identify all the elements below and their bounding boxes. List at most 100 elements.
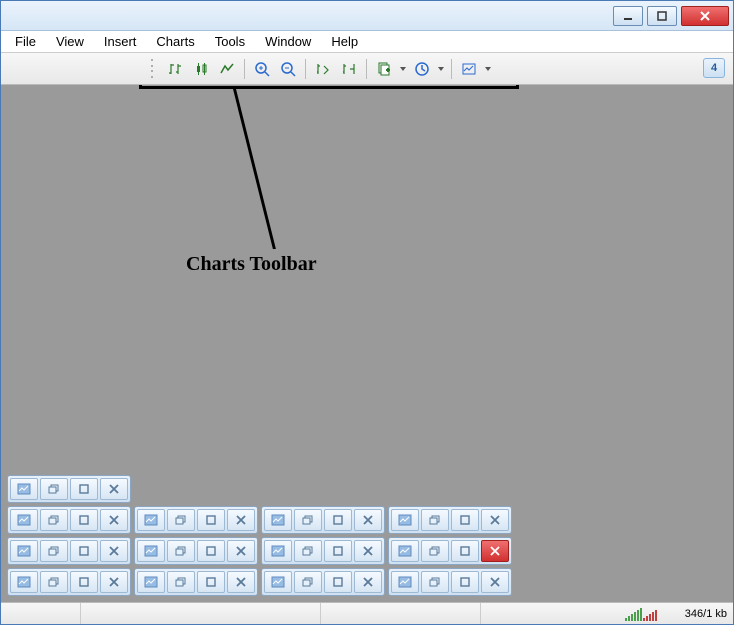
charts-toolbar bbox=[151, 57, 493, 81]
restore-button[interactable] bbox=[421, 540, 449, 562]
menu-window[interactable]: Window bbox=[257, 32, 319, 51]
auto-scroll-icon bbox=[315, 61, 331, 77]
toolbar-grip[interactable] bbox=[151, 58, 157, 80]
chart-icon-button[interactable] bbox=[391, 571, 419, 593]
maximize-button[interactable] bbox=[197, 509, 225, 531]
bar-chart-button[interactable] bbox=[163, 57, 187, 81]
chart-window bbox=[261, 568, 385, 596]
chart-shift-button[interactable] bbox=[337, 57, 361, 81]
close-button[interactable] bbox=[100, 571, 128, 593]
maximize-button[interactable] bbox=[451, 540, 479, 562]
annotation-box bbox=[139, 85, 519, 89]
maximize-button[interactable] bbox=[324, 540, 352, 562]
menu-file[interactable]: File bbox=[7, 32, 44, 51]
maximize-button[interactable] bbox=[197, 571, 225, 593]
chart-icon-button[interactable] bbox=[10, 571, 38, 593]
chart-icon-button[interactable] bbox=[137, 509, 165, 531]
restore-button[interactable] bbox=[421, 509, 449, 531]
chart-icon-button[interactable] bbox=[264, 509, 292, 531]
periods-icon bbox=[414, 61, 430, 77]
restore-button[interactable] bbox=[167, 571, 195, 593]
maximize-button[interactable] bbox=[324, 509, 352, 531]
restore-button[interactable] bbox=[40, 540, 68, 562]
auto-scroll-button[interactable] bbox=[311, 57, 335, 81]
chart-icon-button[interactable] bbox=[391, 509, 419, 531]
indicators-dropdown[interactable] bbox=[398, 67, 408, 71]
status-bar: 346/1 kb bbox=[1, 602, 733, 624]
close-button[interactable] bbox=[481, 509, 509, 531]
maximize-button[interactable] bbox=[70, 509, 98, 531]
maximize-button[interactable] bbox=[647, 6, 677, 26]
zoom-in-icon bbox=[254, 61, 270, 77]
maximize-button[interactable] bbox=[324, 571, 352, 593]
restore-button[interactable] bbox=[40, 509, 68, 531]
restore-button[interactable] bbox=[294, 540, 322, 562]
chart-icon-button[interactable] bbox=[10, 540, 38, 562]
chart-window bbox=[261, 506, 385, 534]
chart-icon-button[interactable] bbox=[10, 509, 38, 531]
menu-view[interactable]: View bbox=[48, 32, 92, 51]
chart-icon-button[interactable] bbox=[391, 540, 419, 562]
maximize-button[interactable] bbox=[451, 571, 479, 593]
close-button[interactable] bbox=[100, 509, 128, 531]
maximize-button[interactable] bbox=[70, 540, 98, 562]
chart-window-row bbox=[7, 568, 512, 596]
restore-button[interactable] bbox=[167, 540, 195, 562]
menu-insert[interactable]: Insert bbox=[96, 32, 145, 51]
minimize-button[interactable] bbox=[613, 6, 643, 26]
periods-button[interactable] bbox=[410, 57, 434, 81]
chart-window bbox=[134, 537, 258, 565]
chart-icon-button[interactable] bbox=[264, 540, 292, 562]
close-button[interactable] bbox=[481, 540, 509, 562]
line-chart-button[interactable] bbox=[215, 57, 239, 81]
app-window: File View Insert Charts Tools Window Hel… bbox=[0, 0, 734, 625]
close-button[interactable] bbox=[354, 540, 382, 562]
maximize-button[interactable] bbox=[451, 509, 479, 531]
maximize-button[interactable] bbox=[70, 571, 98, 593]
restore-button[interactable] bbox=[167, 509, 195, 531]
close-button[interactable] bbox=[100, 540, 128, 562]
chart-window bbox=[7, 568, 131, 596]
line-chart-icon bbox=[219, 61, 235, 77]
restore-button[interactable] bbox=[294, 571, 322, 593]
indicators-button[interactable] bbox=[372, 57, 396, 81]
bar-chart-icon bbox=[167, 61, 183, 77]
alerts-badge[interactable]: 4 bbox=[703, 58, 725, 78]
indicators-icon bbox=[376, 61, 392, 77]
maximize-button[interactable] bbox=[70, 478, 98, 500]
restore-button[interactable] bbox=[421, 571, 449, 593]
menu-help[interactable]: Help bbox=[323, 32, 366, 51]
zoom-in-button[interactable] bbox=[250, 57, 274, 81]
chart-window bbox=[134, 506, 258, 534]
chart-icon-button[interactable] bbox=[264, 571, 292, 593]
chart-icon-button[interactable] bbox=[137, 571, 165, 593]
title-bar bbox=[1, 1, 733, 31]
close-button[interactable] bbox=[354, 509, 382, 531]
restore-button[interactable] bbox=[40, 478, 68, 500]
chart-icon-button[interactable] bbox=[10, 478, 38, 500]
restore-button[interactable] bbox=[40, 571, 68, 593]
templates-dropdown[interactable] bbox=[483, 67, 493, 71]
close-button[interactable] bbox=[227, 540, 255, 562]
close-button[interactable] bbox=[354, 571, 382, 593]
close-button[interactable] bbox=[681, 6, 729, 26]
maximize-button[interactable] bbox=[197, 540, 225, 562]
close-button[interactable] bbox=[100, 478, 128, 500]
menu-charts[interactable]: Charts bbox=[148, 32, 202, 51]
restore-button[interactable] bbox=[294, 509, 322, 531]
status-cell bbox=[1, 603, 81, 624]
candlestick-button[interactable] bbox=[189, 57, 213, 81]
menu-tools[interactable]: Tools bbox=[207, 32, 253, 51]
chart-window-row bbox=[7, 537, 512, 565]
zoom-out-button[interactable] bbox=[276, 57, 300, 81]
close-button[interactable] bbox=[481, 571, 509, 593]
templates-button[interactable] bbox=[457, 57, 481, 81]
close-button[interactable] bbox=[227, 509, 255, 531]
close-button[interactable] bbox=[227, 571, 255, 593]
status-transfer: 346/1 kb bbox=[663, 603, 733, 624]
menu-bar: File View Insert Charts Tools Window Hel… bbox=[1, 31, 733, 53]
status-cell bbox=[81, 603, 321, 624]
periods-dropdown[interactable] bbox=[436, 67, 446, 71]
chart-window bbox=[261, 537, 385, 565]
chart-icon-button[interactable] bbox=[137, 540, 165, 562]
